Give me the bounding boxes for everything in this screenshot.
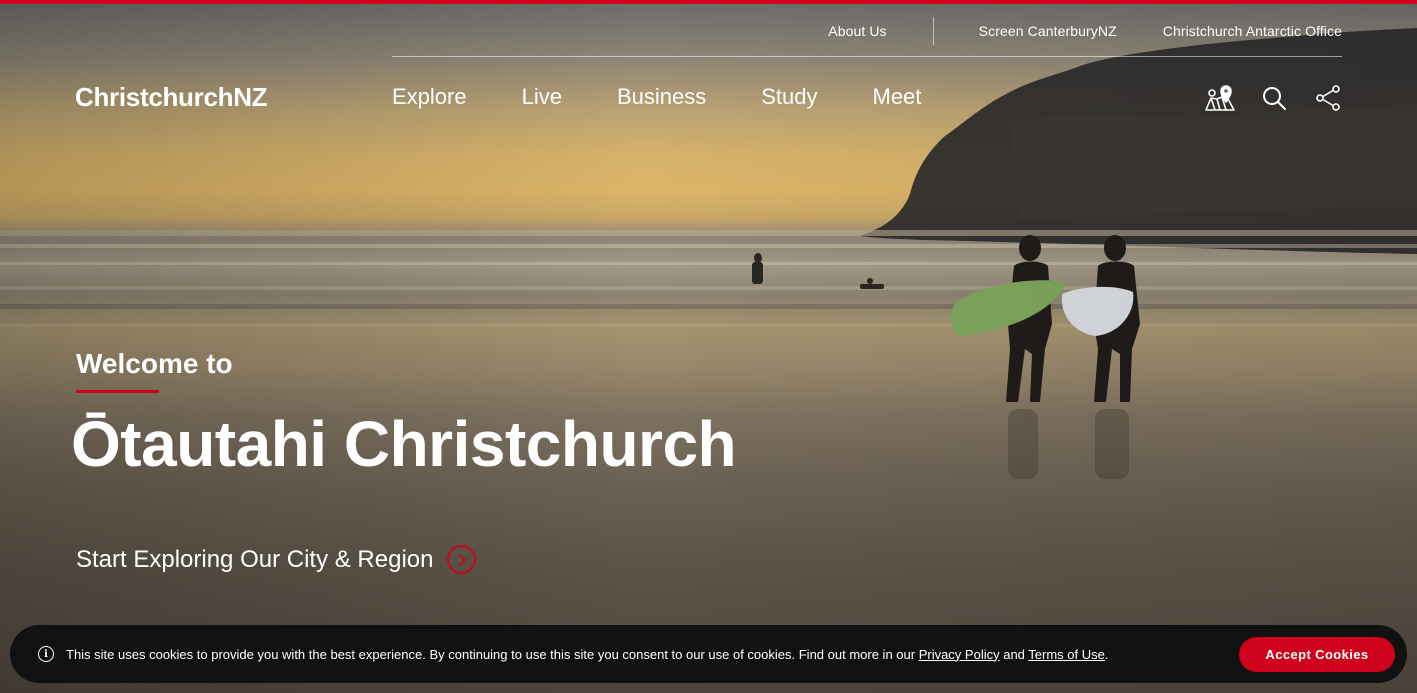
privacy-policy-link[interactable]: Privacy Policy bbox=[919, 647, 1000, 662]
search-icon[interactable] bbox=[1257, 82, 1291, 114]
nav-item-meet[interactable]: Meet bbox=[873, 84, 922, 110]
cookie-text-period: . bbox=[1104, 646, 1109, 662]
site-logo[interactable]: ChristchurchNZ bbox=[75, 82, 268, 113]
utility-link-antarctic-office[interactable]: Christchurch Antarctic Office bbox=[1163, 23, 1342, 39]
utility-nav: About Us Screen CanterburyNZ Christchurc… bbox=[828, 16, 1342, 46]
header-icon-group bbox=[1183, 82, 1345, 114]
hero-welcome-text: Welcome to bbox=[76, 348, 233, 379]
hero-headline: Ōtautahi Christchurch bbox=[71, 408, 737, 480]
cookie-text: This site uses cookies to provide you wi… bbox=[66, 646, 919, 662]
utility-divider bbox=[932, 17, 934, 45]
terms-of-use-link[interactable]: Terms of Use bbox=[1028, 647, 1105, 662]
nav-item-live[interactable]: Live bbox=[522, 84, 562, 110]
nav-item-study[interactable]: Study bbox=[761, 84, 817, 110]
welcome-underline bbox=[76, 390, 159, 393]
utility-nav-divider-line bbox=[392, 56, 1342, 57]
nav-item-business[interactable]: Business bbox=[617, 84, 706, 110]
nav-item-explore[interactable]: Explore bbox=[392, 84, 467, 110]
utility-link-screen-canterbury[interactable]: Screen CanterburyNZ bbox=[979, 23, 1117, 39]
cookie-banner: i This site uses cookies to provide you … bbox=[10, 625, 1407, 683]
map-pin-icon[interactable] bbox=[1203, 82, 1237, 114]
cookie-message: This site uses cookies to provide you wi… bbox=[66, 647, 1109, 662]
top-accent-bar bbox=[0, 0, 1417, 4]
accept-cookies-button[interactable]: Accept Cookies bbox=[1239, 637, 1395, 672]
info-icon: i bbox=[38, 646, 54, 662]
start-exploring-link[interactable]: Start Exploring Our City & Region bbox=[76, 545, 477, 574]
share-icon[interactable] bbox=[1311, 82, 1345, 114]
main-nav: Explore Live Business Study Meet bbox=[392, 84, 976, 110]
start-exploring-label: Start Exploring Our City & Region bbox=[76, 545, 434, 573]
chevron-right-circle-icon bbox=[447, 545, 477, 574]
utility-link-about-us[interactable]: About Us bbox=[828, 23, 886, 39]
cookie-text-and: and bbox=[999, 646, 1029, 662]
